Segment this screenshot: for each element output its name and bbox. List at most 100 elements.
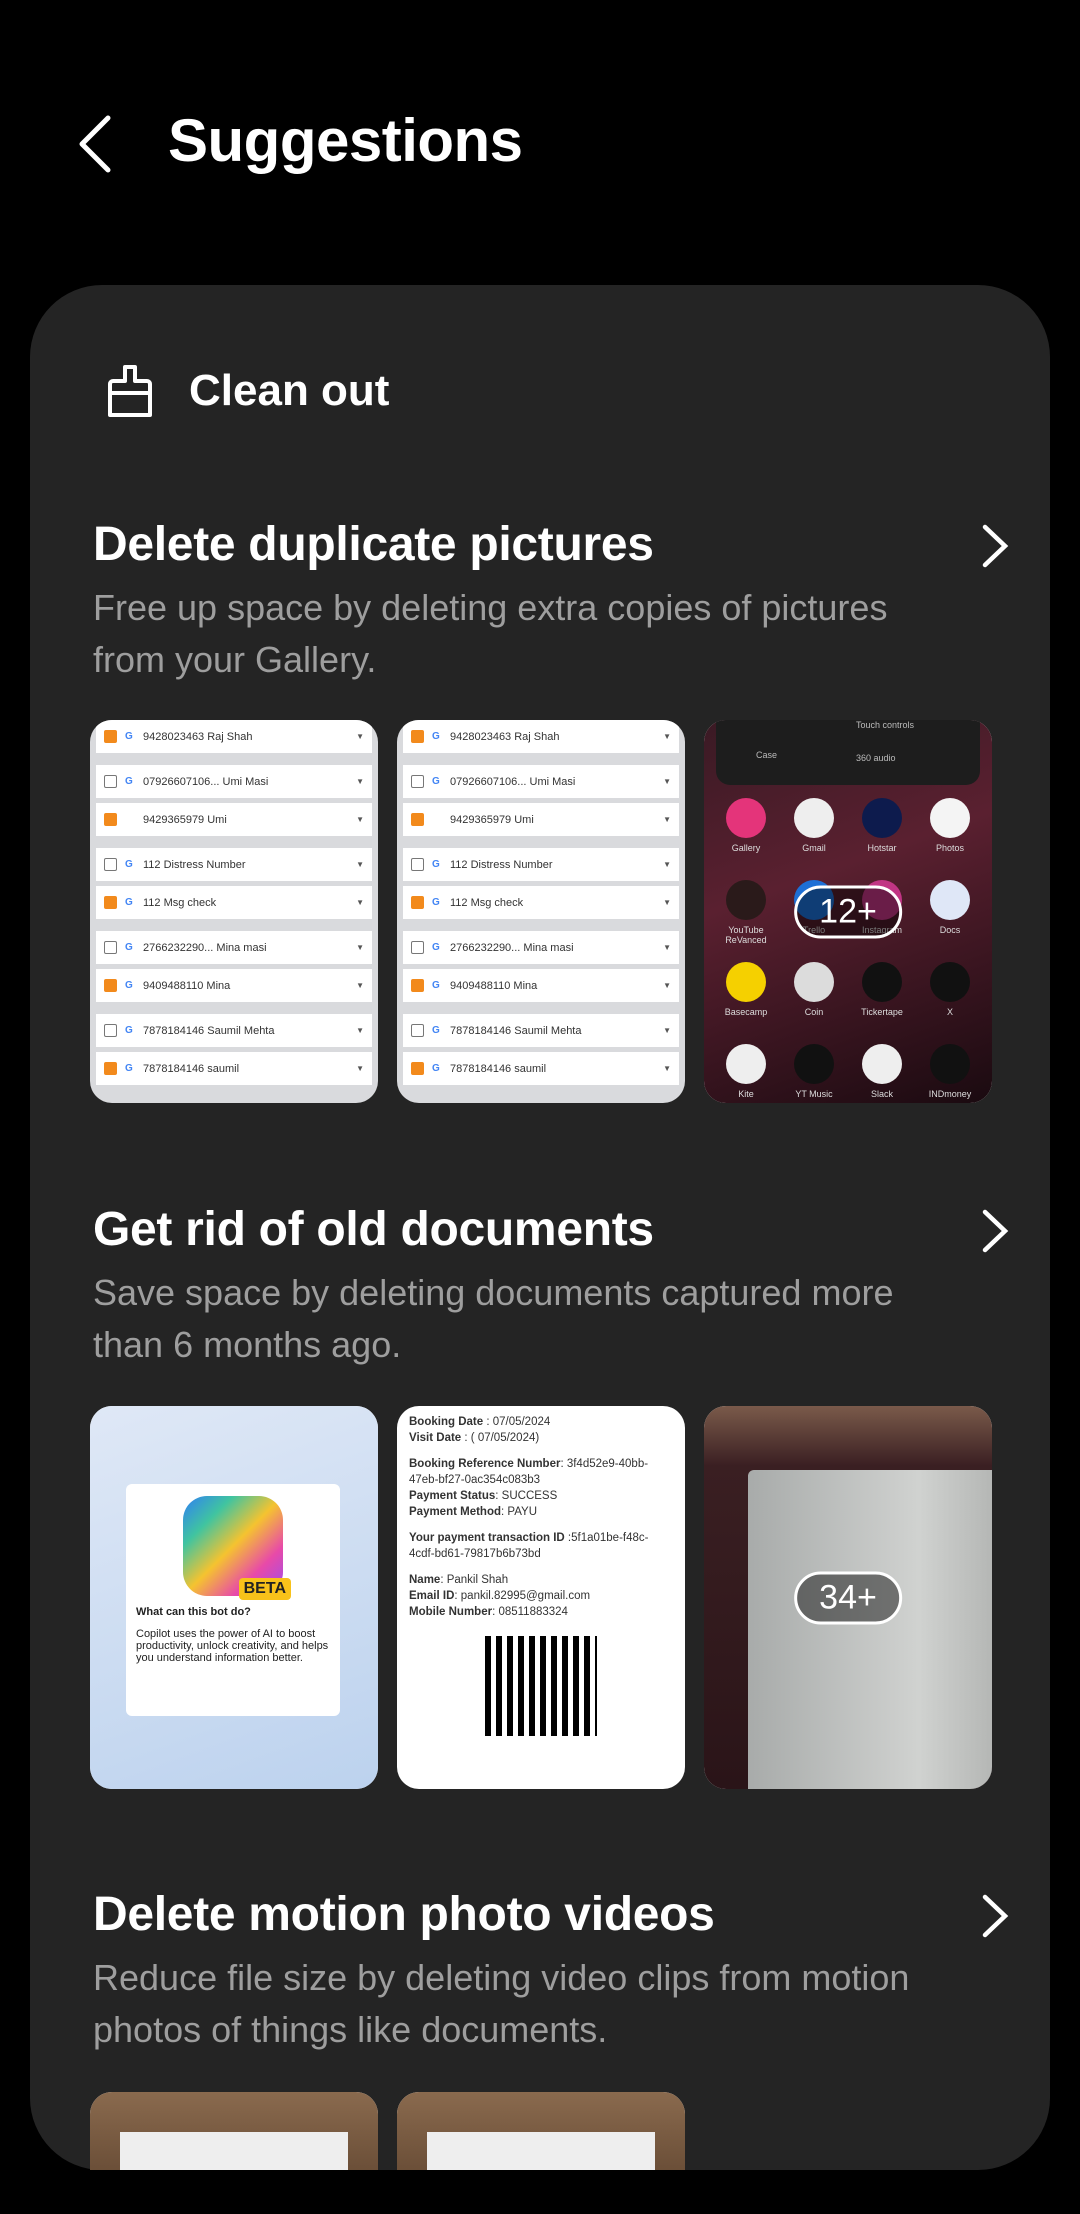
checkbox <box>104 1024 117 1037</box>
back-button[interactable] <box>72 112 122 176</box>
more-count-badge: 34+ <box>794 1571 902 1624</box>
contact-row: G 2766232290... Mina masi ▼ <box>96 931 372 964</box>
dropdown-icon: ▼ <box>663 898 671 907</box>
booking-line: Booking Date : 07/05/2024 <box>409 1416 551 1428</box>
qr-code <box>485 1636 597 1736</box>
checkbox <box>104 941 117 954</box>
chevron-right-icon[interactable] <box>977 1891 1013 1941</box>
contact-row: G 112 Msg check ▼ <box>403 886 679 919</box>
contact-row: G 112 Msg check ▼ <box>96 886 372 919</box>
thumbnail[interactable] <box>397 2092 685 2170</box>
booking-line: Payment Status: SUCCESS <box>409 1490 558 1502</box>
contact-row: 9429365979 Umi ▼ <box>96 803 372 836</box>
checkbox <box>104 896 117 909</box>
dropdown-icon: ▼ <box>356 815 364 824</box>
checkbox <box>411 730 424 743</box>
dropdown-icon: ▼ <box>356 943 364 952</box>
dropdown-icon: ▼ <box>356 1064 364 1073</box>
category-title: Clean out <box>189 366 390 415</box>
section-title: Delete duplicate pictures <box>93 518 654 571</box>
contact-row: G 9409488110 Mina ▼ <box>96 969 372 1002</box>
thumbnail[interactable]: G 9428023463 Raj Shah ▼ G 07926607106... Umi… <box>397 720 685 1103</box>
page-title: Suggestions <box>168 107 523 174</box>
google-icon: G <box>432 980 440 991</box>
checkbox <box>104 813 117 826</box>
booking-line: Payment Method: PAYU <box>409 1506 538 1518</box>
dropdown-icon: ▼ <box>663 981 671 990</box>
app-icon: YouTube ReVanced <box>712 880 780 950</box>
app-icon: Coin <box>780 962 848 1032</box>
section-duplicate-pictures[interactable]: Delete duplicate pictures Free up space … <box>93 517 1033 686</box>
booking-line: Name: Pankil Shah <box>409 1574 509 1586</box>
app-icon: Slack <box>848 1044 916 1103</box>
section-title: Get rid of old documents <box>93 1203 654 1256</box>
section-description: Save space by deleting documents capture… <box>93 1272 894 1365</box>
booking-line: Visit Date : ( 07/05/2024) <box>409 1432 540 1444</box>
google-icon: G <box>125 1063 133 1074</box>
contact-row: G 2766232290... Mina masi ▼ <box>403 931 679 964</box>
checkbox <box>104 1062 117 1075</box>
thumbnail[interactable]: 34+ <box>704 1406 992 1789</box>
contact-row: G 7878184146 saumil ▼ <box>96 1052 372 1085</box>
clean-out-card: Clean out Delete duplicate pictures Free… <box>30 285 1050 2170</box>
more-count-badge: 12+ <box>794 885 902 938</box>
dropdown-icon: ▼ <box>663 815 671 824</box>
google-icon: G <box>432 859 440 870</box>
dropdown-icon: ▼ <box>356 732 364 741</box>
contact-row: G 07926607106... Umi Masi ▼ <box>403 765 679 798</box>
app-icon: Kite <box>712 1044 780 1103</box>
app-icon: Basecamp <box>712 962 780 1032</box>
checkbox <box>104 979 117 992</box>
dropdown-icon: ▼ <box>663 1064 671 1073</box>
app-icon: Gmail <box>780 798 848 868</box>
thumbnail[interactable] <box>90 2092 378 2170</box>
contact-row: G 9409488110 Mina ▼ <box>403 969 679 1002</box>
google-icon: G <box>432 942 440 953</box>
google-icon: G <box>125 897 133 908</box>
contact-row: G 07926607106... Umi Masi ▼ <box>96 765 372 798</box>
checkbox <box>411 941 424 954</box>
google-icon: G <box>125 859 133 870</box>
checkbox <box>411 1062 424 1075</box>
thumbnail[interactable]: Booking Date : 07/05/2024 Visit Date : ( … <box>397 1406 685 1789</box>
google-icon: G <box>125 731 133 742</box>
category-header: Clean out <box>105 363 389 419</box>
quick-panel: Case Touch controls 360 audio <box>716 720 980 785</box>
google-icon: G <box>125 776 133 787</box>
contact-row: G 112 Distress Number ▼ <box>403 848 679 881</box>
motion-photo-thumbnails <box>90 2092 685 2170</box>
chevron-right-icon[interactable] <box>977 1206 1013 1256</box>
thumbnail[interactable]: Case Touch controls 360 audio Gallery Gma… <box>704 720 992 1103</box>
app-icon: Photos <box>916 798 984 868</box>
dropdown-icon: ▼ <box>356 777 364 786</box>
dropdown-icon: ▼ <box>663 777 671 786</box>
dropdown-icon: ▼ <box>356 981 364 990</box>
contact-row: 9429365979 Umi ▼ <box>403 803 679 836</box>
dropdown-icon: ▼ <box>663 860 671 869</box>
duplicate-thumbnails: G 9428023463 Raj Shah ▼ G 07926607106... Umi… <box>90 720 992 1103</box>
section-description: Free up space by deleting extra copies o… <box>93 587 888 680</box>
checkbox <box>411 858 424 871</box>
section-motion-photo-videos[interactable]: Delete motion photo videos Reduce file s… <box>93 1887 1033 2056</box>
google-icon: G <box>432 897 440 908</box>
checkbox <box>411 1024 424 1037</box>
google-icon: G <box>125 980 133 991</box>
thumbnail[interactable]: G 9428023463 Raj Shah ▼ G 07926607106... Umi… <box>90 720 378 1103</box>
checkbox <box>104 730 117 743</box>
document-thumbnails: BETA What can this bot do? Copilot uses … <box>90 1406 992 1789</box>
app-icon: Gallery <box>712 798 780 868</box>
thumbnail[interactable]: BETA What can this bot do? Copilot uses … <box>90 1406 378 1789</box>
checkbox <box>104 858 117 871</box>
google-icon: G <box>432 1025 440 1036</box>
booking-line: Booking Reference Number: 3f4d52e9-40bb-… <box>409 1458 649 1486</box>
chevron-right-icon[interactable] <box>977 521 1013 571</box>
checkbox <box>411 775 424 788</box>
copilot-logo: BETA <box>183 1496 291 1600</box>
section-old-documents[interactable]: Get rid of old documents Save space by d… <box>93 1202 1033 1371</box>
dropdown-icon: ▼ <box>356 1026 364 1035</box>
google-icon: G <box>432 1063 440 1074</box>
checkbox <box>411 813 424 826</box>
google-icon: G <box>125 942 133 953</box>
booking-line: Mobile Number: 08511883324 <box>409 1606 568 1618</box>
checkbox <box>411 896 424 909</box>
